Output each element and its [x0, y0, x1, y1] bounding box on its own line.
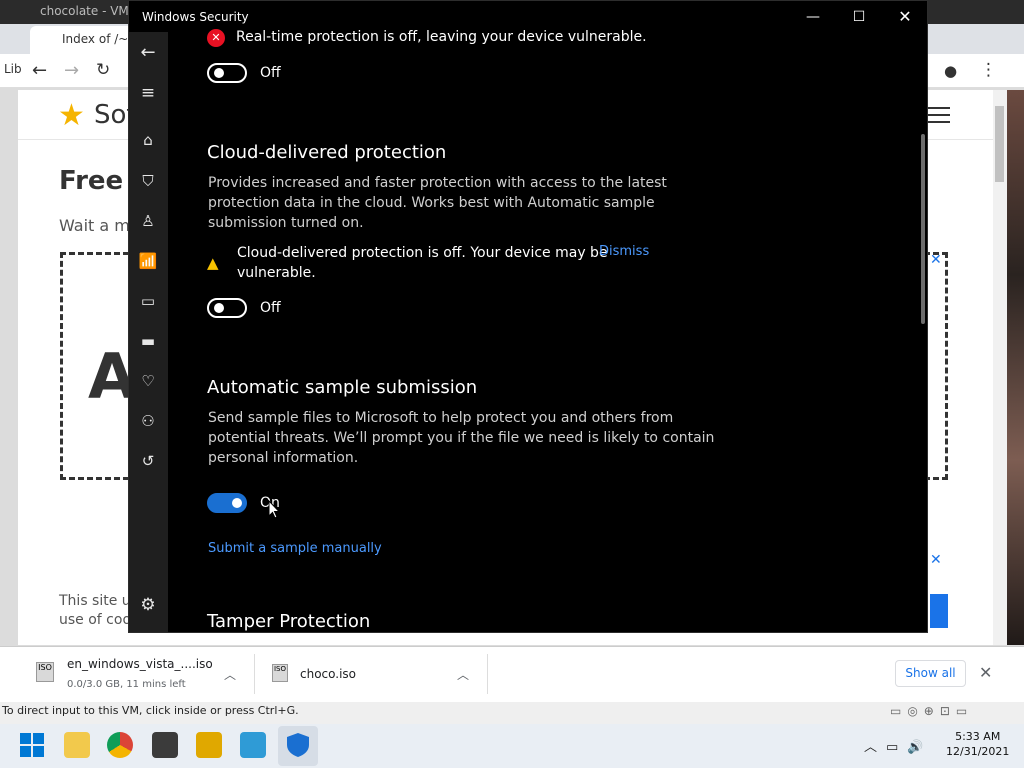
download-divider: [254, 654, 255, 694]
auto-sample-description: Send sample files to Microsoft to help p…: [208, 408, 714, 468]
warning-icon: ▲: [207, 254, 219, 272]
cloud-protection-title: Cloud-delivered protection: [207, 142, 447, 163]
windows-security-shield-icon[interactable]: [285, 732, 311, 758]
close-icon[interactable]: ✕: [882, 4, 928, 30]
realtime-toggle-label: Off: [260, 65, 281, 81]
forward-icon[interactable]: →: [64, 60, 79, 81]
download-item-progress: 0.0/3.0 GB, 11 mins left: [67, 679, 186, 690]
tab-title: Index of /~d: [62, 32, 136, 46]
chevron-up-icon[interactable]: ︿: [224, 666, 236, 683]
settings-gear-icon[interactable]: ⚙: [137, 594, 159, 616]
firewall-network-icon[interactable]: 📶: [137, 250, 159, 272]
hamburger-icon[interactable]: [928, 106, 950, 124]
shield-icon[interactable]: ⛉: [137, 170, 159, 192]
iso-file-icon: ISO: [36, 662, 54, 682]
auto-sample-toggle[interactable]: [207, 493, 247, 513]
browser-scroll-thumb[interactable]: [995, 106, 1004, 182]
download-item-name[interactable]: choco.iso: [300, 667, 356, 681]
description-line: personal information.: [208, 450, 359, 466]
close-download-bar-icon[interactable]: ✕: [979, 663, 992, 682]
cloud-protection-toggle[interactable]: [207, 298, 247, 318]
tamper-protection-title: Tamper Protection: [207, 611, 371, 632]
description-line: potential threats. We’ll prompt you if t…: [208, 430, 715, 446]
error-icon: ✕: [207, 29, 225, 47]
vm-status-icons: ▭◎⊕⊡▭: [890, 704, 974, 718]
family-options-icon[interactable]: ⚇: [137, 410, 159, 432]
device-security-icon[interactable]: ▬: [137, 330, 159, 352]
description-line: Provides increased and faster protection…: [208, 175, 667, 191]
cloud-protection-description: Provides increased and faster protection…: [208, 173, 667, 233]
store-icon[interactable]: [152, 732, 178, 758]
download-bar: [0, 646, 1024, 702]
transfer-app-icon[interactable]: [196, 732, 222, 758]
iso-file-icon: ISO: [272, 664, 288, 682]
profile-icon[interactable]: ●: [944, 62, 957, 80]
cloud-toggle-label: Off: [260, 300, 281, 316]
windows-security-window: [128, 0, 928, 633]
star-icon: ★: [58, 98, 85, 133]
home-icon[interactable]: ⌂: [137, 129, 159, 151]
realtime-warning-text: Real-time protection is off, leaving you…: [236, 29, 647, 45]
back-arrow-icon[interactable]: ←: [137, 42, 159, 64]
system-tray[interactable]: ︿▭🔊: [864, 736, 932, 755]
cookie-accept-button[interactable]: [930, 594, 948, 628]
submit-sample-link[interactable]: Submit a sample manually: [208, 541, 382, 556]
background-photo: [1007, 90, 1024, 645]
description-line: Send sample files to Microsoft to help p…: [208, 410, 674, 426]
warning-line: Cloud-delivered protection is off. Your …: [237, 245, 608, 261]
reload-icon[interactable]: ↻: [96, 60, 110, 80]
account-icon[interactable]: ♙: [137, 210, 159, 232]
clock-date: 12/31/2021: [946, 745, 1010, 758]
clock[interactable]: 5:33 AM 12/31/2021: [946, 729, 1009, 759]
app-browser-control-icon[interactable]: ▭: [137, 290, 159, 312]
minimize-icon[interactable]: —: [790, 4, 836, 30]
menu-icon[interactable]: ≡: [137, 82, 159, 104]
ad-close-icon[interactable]: ✕: [930, 552, 942, 568]
device-health-icon[interactable]: ♡: [137, 370, 159, 392]
history-icon[interactable]: ↺: [137, 450, 159, 472]
ad-close-icon[interactable]: ✕: [930, 252, 942, 268]
vm-connect-icon[interactable]: [240, 732, 266, 758]
warning-line: vulnerable.: [237, 265, 316, 281]
dismiss-link[interactable]: Dismiss: [599, 244, 649, 259]
cloud-warning-text: Cloud-delivered protection is off. Your …: [237, 243, 608, 283]
description-line: protection data in the cloud. Works best…: [208, 195, 655, 211]
chevron-up-icon[interactable]: ︿: [457, 666, 469, 683]
security-scroll-thumb[interactable]: [921, 134, 925, 324]
window-title: Windows Security: [142, 10, 249, 24]
description-line: submission turned on.: [208, 215, 364, 231]
vm-title: chocolate - VM: [40, 4, 129, 18]
show-all-button[interactable]: Show all: [895, 660, 966, 687]
download-divider: [487, 654, 488, 694]
realtime-protection-toggle[interactable]: [207, 63, 247, 83]
mouse-cursor-icon: [268, 500, 280, 519]
clock-time: 5:33 AM: [955, 730, 1001, 743]
wait-text: Wait a m: [59, 216, 130, 235]
auto-sample-title: Automatic sample submission: [207, 377, 478, 398]
download-item-name[interactable]: en_windows_vista_....iso: [67, 657, 213, 671]
back-icon[interactable]: ←: [32, 60, 47, 81]
file-explorer-icon[interactable]: [64, 732, 90, 758]
vm-status-bar: To direct input to this VM, click inside…: [0, 702, 1024, 724]
start-icon[interactable]: [20, 733, 44, 757]
maximize-icon[interactable]: ☐: [836, 4, 882, 30]
chrome-icon[interactable]: [107, 732, 133, 758]
more-menu-icon[interactable]: ⋮: [980, 60, 997, 80]
bookmarks-label[interactable]: Lib: [4, 62, 22, 76]
